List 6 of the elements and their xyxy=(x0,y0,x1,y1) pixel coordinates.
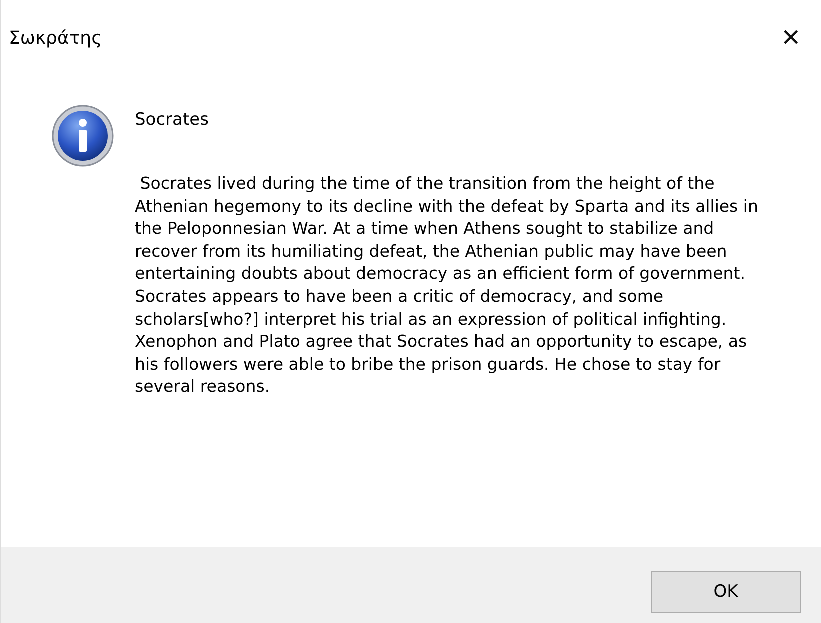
close-button[interactable]: ✕ xyxy=(761,8,821,68)
message-text: Socrates lived during the time of the transition from the height of the Athenian hegemony to its decline with the defeat by Sparta and its allies in the Peloponnesian War. At a time when Athens sought to stabilize and recover from its humiliating defeat, the Athenian public may have been entertaining doubts about democracy as an efficient form of government. Socrates appears to have been a critic of democracy, and some scholars[who?] interpret his trial as an expression of political infighting. Xenophon and Plato agree that Socrates had an opportunity to escape, as his followers were able to bribe the prison guards. He chose to stay for several reasons. xyxy=(135,173,760,398)
info-icon xyxy=(51,104,115,168)
message-heading: Socrates xyxy=(135,110,210,130)
ok-button[interactable]: OK xyxy=(651,571,801,613)
window-title: Σωκράτης xyxy=(9,28,102,48)
